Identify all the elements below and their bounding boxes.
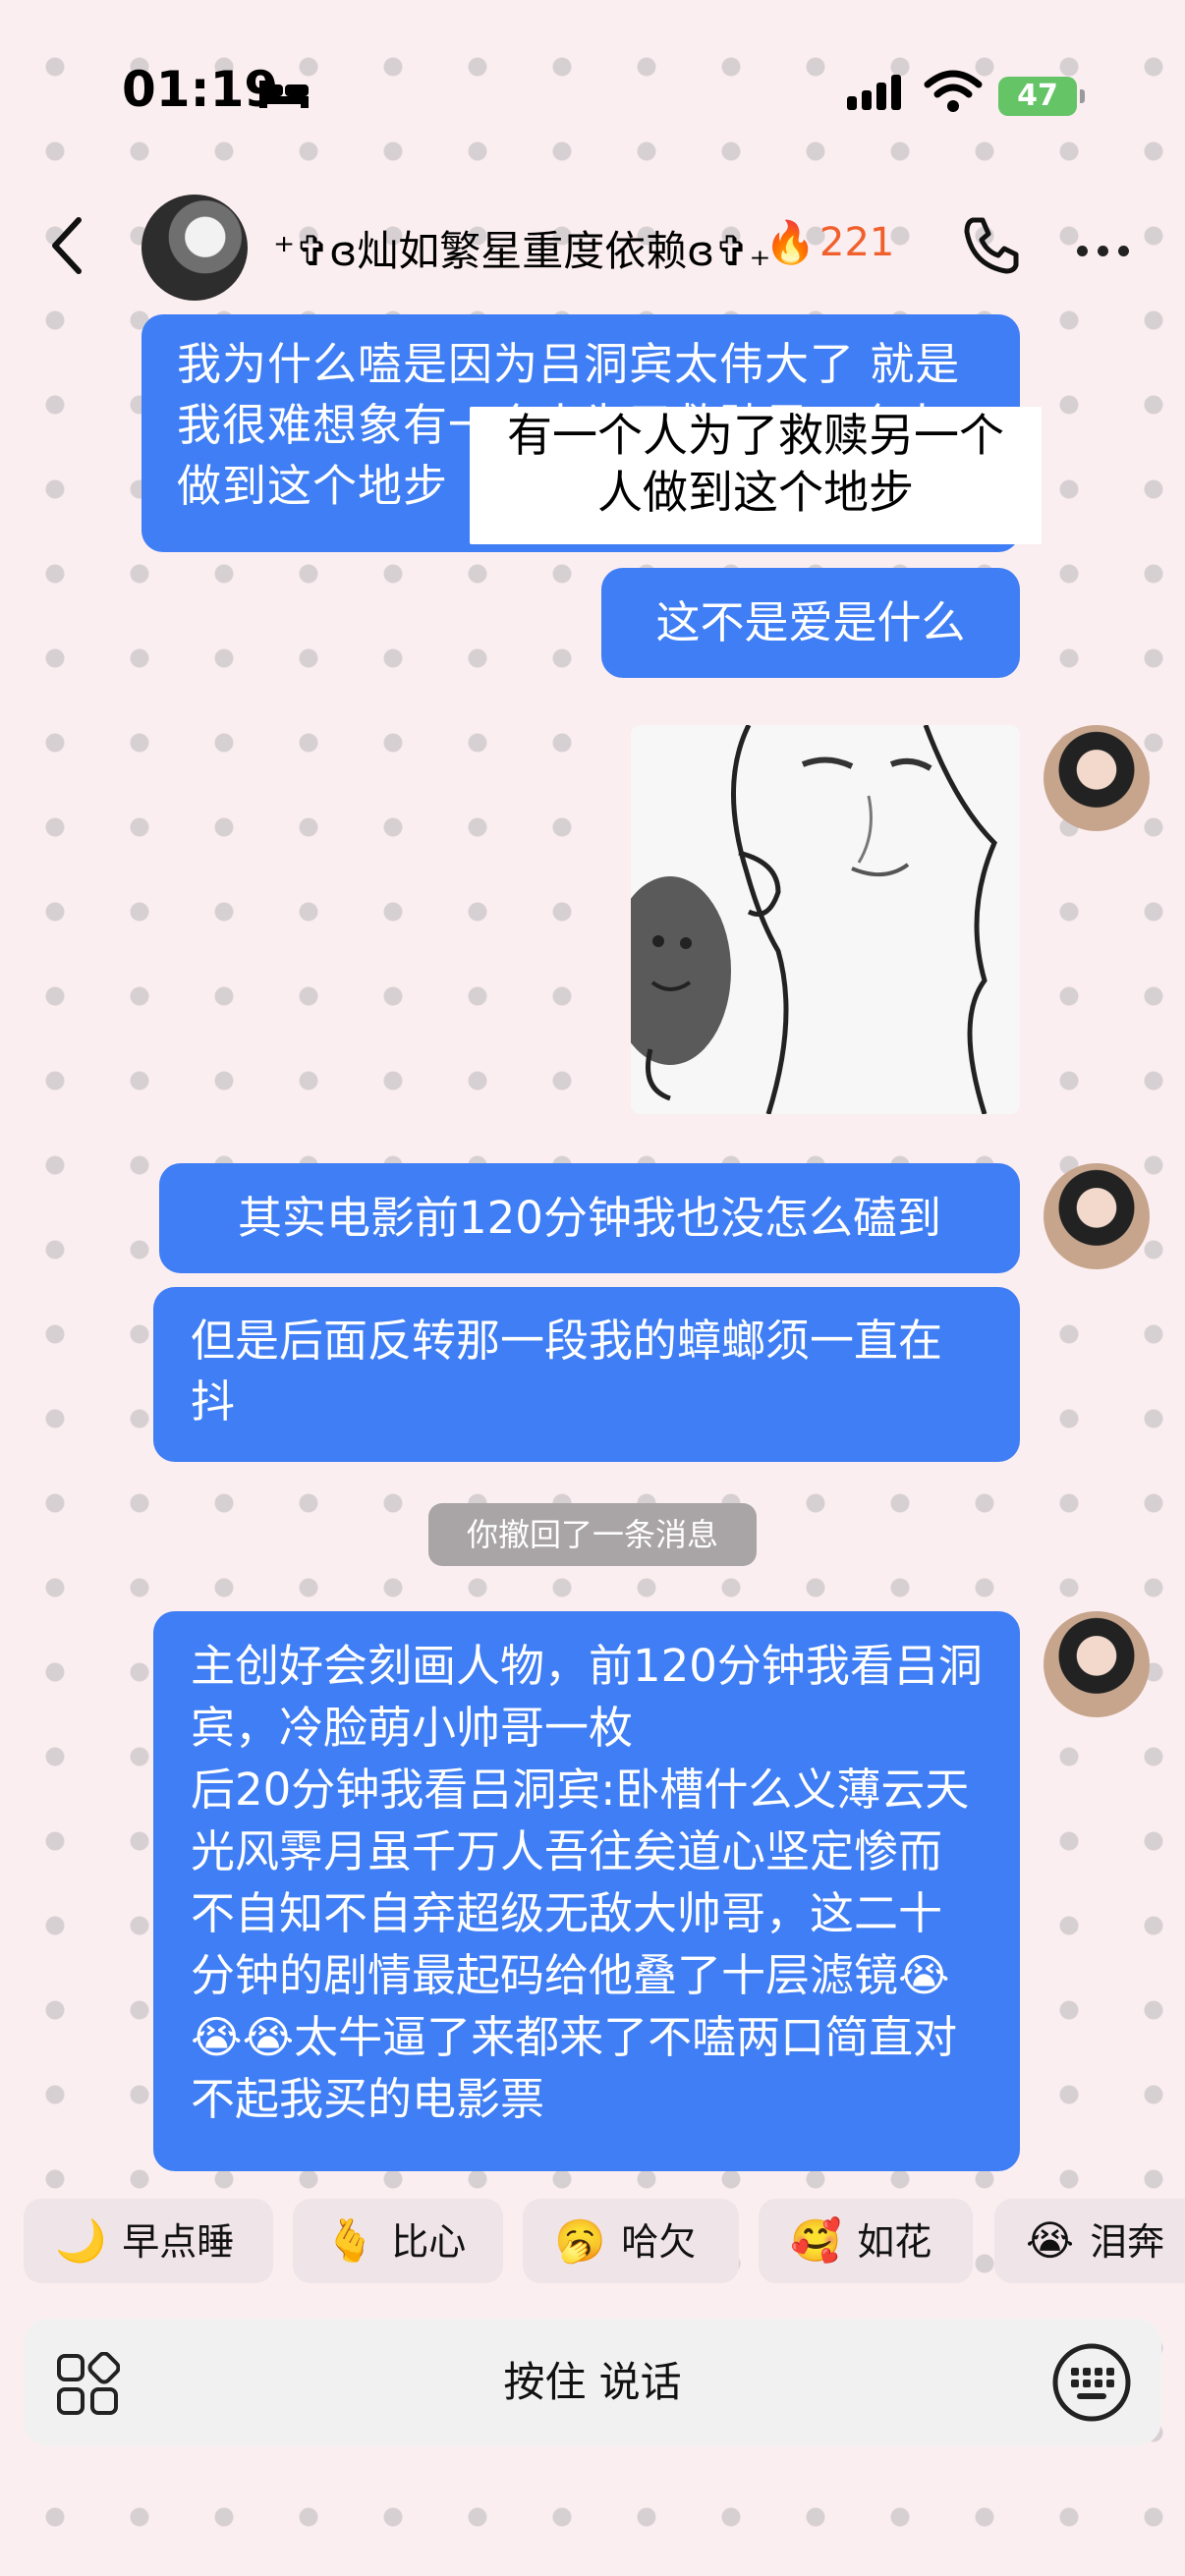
message-bubble[interactable]: 这不是爱是什么 xyxy=(601,568,1020,678)
overlay-text-box: 有一个人为了救赎另一个 人做到这个地步 xyxy=(470,407,1042,544)
sleep-focus-icon xyxy=(259,81,309,108)
moon-emoji-icon: 🌙 xyxy=(55,2216,107,2265)
chip-label: 如花 xyxy=(857,2220,932,2264)
overlay-line: 有一个人为了救赎另一个 xyxy=(507,409,1004,462)
quick-reply-chip[interactable]: 😭 泪奔 xyxy=(994,2199,1185,2283)
quick-reply-chip[interactable]: 🥱 哈欠 xyxy=(523,2199,739,2283)
my-avatar[interactable] xyxy=(1044,1163,1150,1269)
quick-reply-chip[interactable]: 🌙 早点睡 xyxy=(24,2199,273,2283)
meme-face-drawing xyxy=(631,725,1020,1114)
chip-label: 哈欠 xyxy=(621,2220,697,2264)
chip-label: 比心 xyxy=(391,2220,467,2264)
contact-avatar[interactable] xyxy=(141,195,248,301)
message-bubble[interactable]: 但是后面反转那一段我的蟑螂须一直在抖 xyxy=(153,1287,1020,1462)
streak-count: 221 xyxy=(819,220,895,265)
fire-icon: 🔥 xyxy=(764,218,817,266)
yawn-emoji-icon: 🥱 xyxy=(554,2216,606,2265)
signal-icon xyxy=(847,75,906,110)
my-avatar[interactable] xyxy=(1044,725,1150,831)
chip-label: 早点睡 xyxy=(122,2220,235,2264)
keyboard-icon[interactable] xyxy=(1051,2342,1132,2423)
contact-name[interactable]: ⁺✞ɞ灿如繁星重度依赖ɞ✞₊ xyxy=(273,218,771,278)
overlay-line: 人做到这个地步 xyxy=(597,466,914,519)
message-bubble[interactable]: 主创好会刻画人物，前120分钟我看吕洞宾，冷脸萌小帅哥一枚 后20分钟我看吕洞宾… xyxy=(153,1611,1020,2171)
status-time: 01:19 xyxy=(122,61,279,118)
quick-reply-chip[interactable]: 🫰 比心 xyxy=(293,2199,503,2283)
my-avatar[interactable] xyxy=(1044,1611,1150,1717)
hold-to-talk-button[interactable]: 按住 说话 xyxy=(0,2319,1185,2446)
quick-reply-chip[interactable]: 🥰 如花 xyxy=(759,2199,973,2283)
message-bubble[interactable]: 其实电影前120分钟我也没怎么磕到 xyxy=(159,1163,1020,1273)
back-button[interactable] xyxy=(47,214,86,277)
phone-call-icon[interactable] xyxy=(959,214,1022,277)
more-options-icon[interactable] xyxy=(1077,242,1139,260)
meme-sticker[interactable] xyxy=(631,725,1020,1114)
crying-emoji-icon: 😭 xyxy=(1026,2216,1075,2265)
smile-emoji-icon: 🥰 xyxy=(790,2216,842,2265)
battery-icon: 47 xyxy=(998,77,1085,116)
chip-label: 泪奔 xyxy=(1090,2220,1165,2264)
recall-notice: 你撤回了一条消息 xyxy=(428,1503,757,1566)
heart-hands-emoji-icon: 🫰 xyxy=(324,2216,376,2265)
wifi-icon xyxy=(924,70,983,112)
